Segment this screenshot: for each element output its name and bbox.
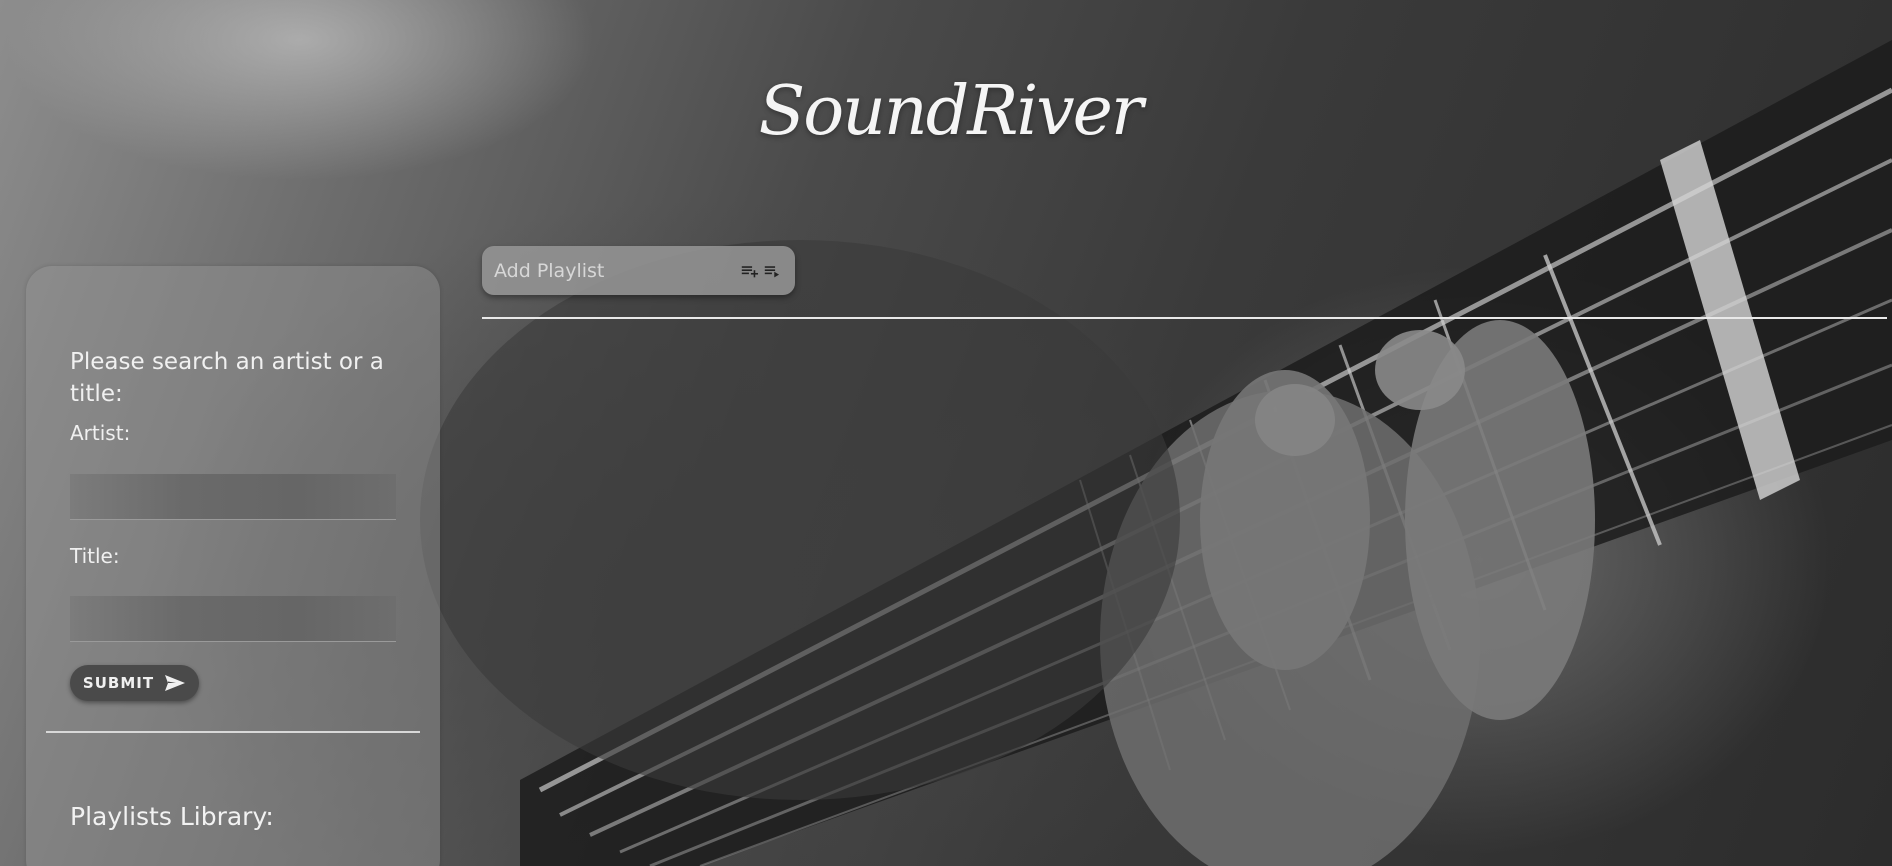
header-divider xyxy=(482,317,1887,319)
playlist-add-icon[interactable] xyxy=(741,261,760,281)
title-input[interactable] xyxy=(70,596,396,642)
send-icon xyxy=(165,675,186,691)
search-sidebar: Please search an artist or a title: Arti… xyxy=(26,266,440,866)
playlist-play-icon[interactable] xyxy=(764,261,783,281)
add-playlist-bar xyxy=(482,246,795,295)
submit-button[interactable]: SUBMIT xyxy=(70,665,199,701)
playlists-library-title: Playlists Library: xyxy=(70,802,274,831)
artist-label: Artist: xyxy=(70,421,131,445)
submit-label: SUBMIT xyxy=(82,674,155,692)
app-logo: SoundRiver xyxy=(758,72,1144,151)
artist-input[interactable] xyxy=(70,474,396,520)
title-label: Title: xyxy=(70,544,120,568)
add-playlist-input[interactable] xyxy=(494,255,737,286)
sidebar-divider xyxy=(46,731,420,733)
app-root: SoundRiver Please search an artist or a … xyxy=(0,0,1892,866)
search-prompt: Please search an artist or a title: xyxy=(70,349,384,407)
